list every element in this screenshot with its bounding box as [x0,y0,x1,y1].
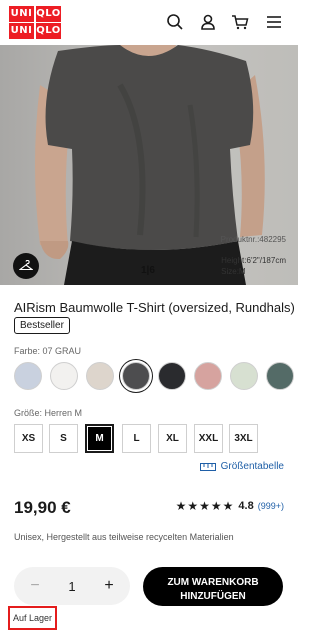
stock-status: Auf Lager [8,606,58,630]
hanger-icon [19,260,33,271]
size-button-xl[interactable]: XL [158,424,187,453]
color-swatch-light-green[interactable] [230,362,258,390]
model-height: Height:6'2"/187cm [221,256,286,265]
color-swatch-beige[interactable] [86,362,114,390]
color-label: Farbe: 07 GRAU [14,346,82,356]
product-number: Produktnr.:482295 [220,235,286,244]
color-swatch-dark-green[interactable] [266,362,294,390]
color-swatch-black[interactable] [158,362,186,390]
logo-tile: UNI [9,23,34,39]
model-size: Size:M [221,267,246,276]
model-info: Height:6'2"/187cm Size:M [221,255,286,277]
add-to-cart-button[interactable]: ZUM WARENKORB HINZUFÜGEN [143,567,283,606]
product-title: AIRism Baumwolle T-Shirt (oversized, Run… [14,300,295,315]
plus-button[interactable]: + [100,577,118,595]
cart-button-line1: ZUM WARENKORB [167,576,259,588]
size-label: Größe: Herren M [14,408,83,418]
size-button-xs[interactable]: XS [14,424,43,453]
cart-button-line2: HINZUFÜGEN [180,590,246,602]
size-button-xxl[interactable]: XXL [194,424,223,453]
color-swatch-pink[interactable] [194,362,222,390]
color-swatch-gray[interactable] [122,362,150,390]
gallery-pager: 1|6 [141,265,155,276]
rating-count-link[interactable]: (999+) [258,501,284,511]
cart-icon[interactable] [231,13,249,31]
rating[interactable]: ★★★★★ 4.8 (999+) [176,499,284,513]
star-rating-icons: ★★★★★ [175,499,235,513]
price: 19,90 € [14,498,71,517]
hanger-button[interactable] [13,253,39,279]
size-button-m[interactable]: M [85,424,114,453]
logo-tile: QLO [36,23,61,39]
product-info: Unisex, Hergestellt aus teilweise recyce… [14,532,234,542]
rating-value: 4.8 [238,500,254,512]
search-icon[interactable] [166,13,184,31]
uniqlo-logo[interactable]: UNI QLO UNI QLO [9,6,61,39]
size-button-s[interactable]: S [49,424,78,453]
ruler-icon [199,462,216,471]
bestseller-badge: Bestseller [14,317,70,334]
logo-tile: UNI [9,6,34,22]
product-image-gallery[interactable]: Produktnr.:482295 Height:6'2"/187cm Size… [0,45,298,285]
quantity-value: 1 [68,578,76,594]
menu-icon[interactable] [265,13,283,31]
quantity-stepper: − 1 + [14,567,130,605]
color-swatch-white[interactable] [50,362,78,390]
size-guide-link[interactable]: Größentabelle [199,461,284,472]
size-button-l[interactable]: L [122,424,151,453]
size-button-3xl[interactable]: 3XL [229,424,258,453]
color-swatch-light-blue[interactable] [14,362,42,390]
minus-button[interactable]: − [26,577,44,595]
product-photo [35,45,265,285]
site-header: UNI QLO UNI QLO [0,0,298,45]
logo-tile: QLO [36,6,61,22]
account-icon[interactable] [199,13,217,31]
size-guide-label: Größentabelle [220,461,284,472]
